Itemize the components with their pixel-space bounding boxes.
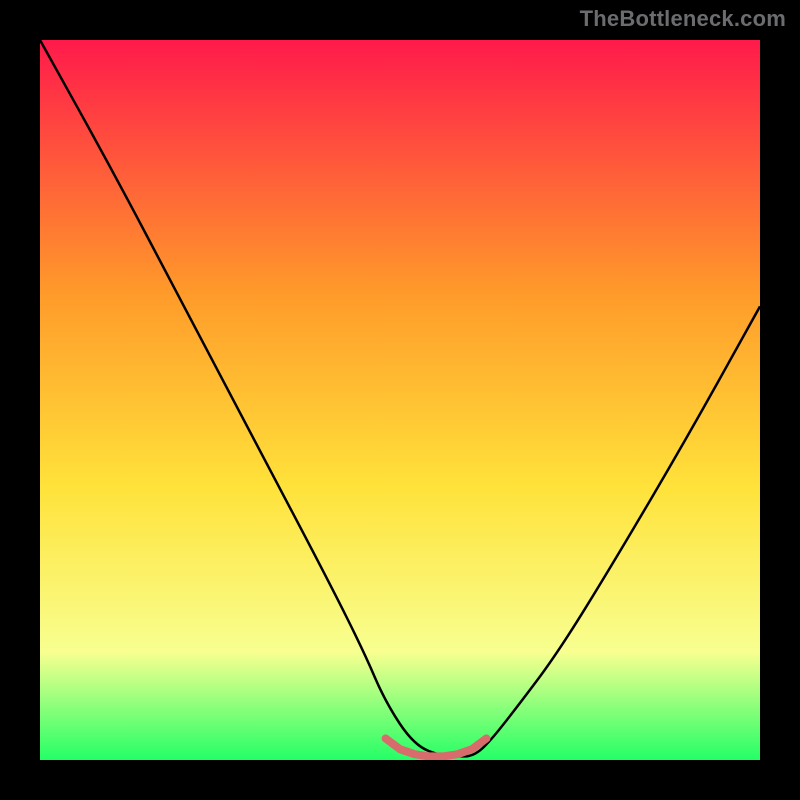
gradient-background [40,40,760,760]
plot-area [40,40,760,760]
watermark-text: TheBottleneck.com [580,6,786,32]
bottleneck-chart [40,40,760,760]
chart-frame: TheBottleneck.com [0,0,800,800]
